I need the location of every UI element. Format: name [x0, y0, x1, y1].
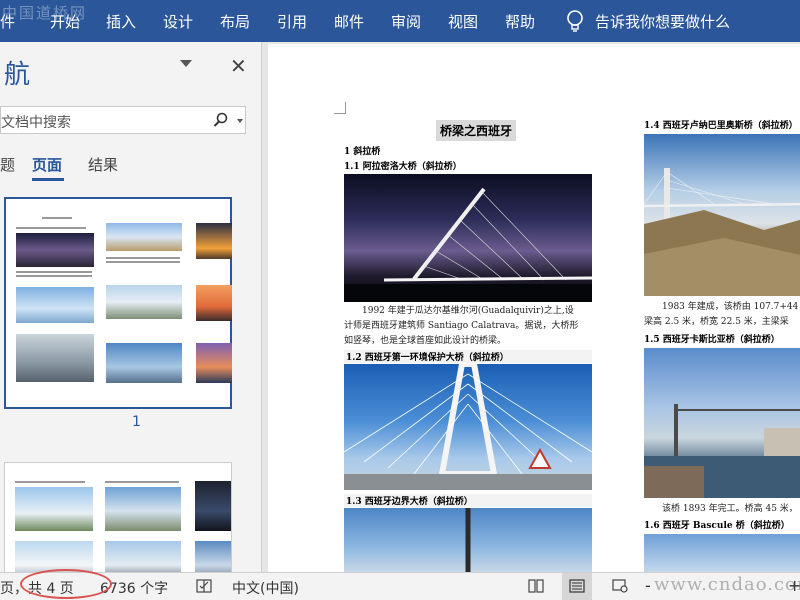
thumb-text-line [105, 481, 179, 483]
proofing-book-icon[interactable] [196, 579, 212, 593]
bridge-photo-vizcaya [644, 348, 800, 498]
thumb-title-line [42, 217, 72, 219]
heading-section-1: 1 斜拉桥 [344, 147, 381, 157]
page-thumbnail-1[interactable] [4, 197, 232, 409]
tab-headings[interactable]: 题 [0, 154, 15, 175]
heading-1-2: 1.2 西班牙第一环境保护大桥（斜拉桥） [344, 350, 592, 363]
status-bar: 页，共 4 页 6736 个字 中文(中国) - www.cndao.com + [0, 572, 800, 600]
nav-pane-title: 航 [4, 60, 31, 90]
tab-view[interactable]: 视图 [448, 11, 478, 32]
thumb-image [196, 223, 232, 259]
close-icon[interactable]: ✕ [230, 54, 247, 78]
paragraph-1-5: 该桥 1893 年完工。桥高 45 米， [644, 502, 800, 517]
tab-design[interactable]: 设计 [163, 11, 193, 32]
tell-me-text[interactable]: 告诉我你想要做什么 [595, 11, 730, 32]
heading-1-4: 1.4 西班牙卢纳巴里奥斯桥（斜拉桥） [644, 121, 798, 131]
nav-search-input[interactable]: 文档中搜索 [0, 106, 246, 134]
paragraph-1-1: 1992 年建于瓜达尔基维尔河(Guadalquivir)之上,设 计师是西班牙… [344, 304, 596, 349]
document-area[interactable]: 桥梁之西班牙 1 斜拉桥 1.1 阿拉密洛大桥（斜拉桥） 1992 年建于瓜达尔… [262, 42, 800, 572]
annotation-circle [20, 569, 112, 599]
tab-help[interactable]: 帮助 [505, 11, 535, 32]
read-mode-icon[interactable] [528, 579, 544, 593]
heading-1-5: 1.5 西班牙卡斯比亚桥（斜拉桥） [644, 335, 780, 345]
heading-1-6: 1.6 西班牙 Bascule 桥（斜拉桥） [644, 521, 790, 531]
search-placeholder: 文档中搜索 [1, 115, 71, 131]
paragraph-1-4: 1983 年建成，该桥由 107.7+44 梁高 2.5 米，桥宽 22.5 米… [644, 300, 800, 330]
ribbon-menu-bar: 中国道桥网 件 开始 插入 设计 布局 引用 邮件 审阅 视图 帮助 告诉我你想… [0, 0, 800, 42]
tab-references[interactable]: 引用 [277, 11, 307, 32]
thumb-text-line [106, 257, 180, 259]
tab-file-fragment[interactable]: 件 [0, 11, 15, 32]
thumb-image [105, 487, 181, 531]
thumb-text-line [106, 261, 180, 263]
thumb-image [16, 233, 94, 267]
thumb-image [106, 343, 182, 383]
bridge-photo-barrios-de-luna [644, 134, 800, 296]
search-icon[interactable] [213, 112, 229, 128]
thumb-image [106, 223, 182, 251]
thumb-image [195, 481, 231, 531]
thumb-image [105, 541, 181, 572]
tab-home[interactable]: 开始 [50, 11, 80, 32]
lightbulb-icon [567, 10, 583, 32]
site-watermark-bottom: www.cndao.com [654, 574, 800, 595]
paragraph-1-4-line: 1983 年建成，该桥由 107.7+44 [662, 302, 799, 312]
bridge-photo-bascule [644, 534, 800, 572]
thumbnail-page-number: 1 [132, 414, 141, 430]
page-thumbnail-2[interactable] [4, 462, 232, 572]
bridge-photo-environment [344, 364, 592, 490]
zoom-out-button[interactable]: - [645, 576, 651, 595]
tell-me-box[interactable]: 告诉我你想要做什么 [565, 9, 730, 33]
thumb-image [196, 285, 232, 321]
active-tab-indicator [32, 178, 64, 181]
thumb-text-line [16, 271, 92, 273]
paragraph-1-1-line: 计师是西班牙建筑师 Santiago Calatrava。据说，大桥形 [344, 321, 579, 331]
heading-1-1: 1.1 阿拉密洛大桥（斜拉桥） [344, 162, 462, 172]
thumb-text-line [15, 481, 85, 483]
thumb-image [16, 287, 94, 323]
document-title: 桥梁之西班牙 [436, 120, 517, 141]
bridge-photo-alamillo [344, 174, 592, 302]
tab-review[interactable]: 审阅 [391, 11, 421, 32]
tab-layout[interactable]: 布局 [220, 11, 250, 32]
thumb-image [106, 285, 182, 319]
margin-corner-mark [334, 102, 346, 114]
tab-insert[interactable]: 插入 [106, 11, 136, 32]
thumb-image [15, 541, 93, 572]
tab-results[interactable]: 结果 [88, 154, 118, 175]
navigation-pane: 航 ✕ 文档中搜索 题 页面 结果 1 [0, 42, 262, 572]
search-options-chevron-down-icon[interactable] [237, 119, 243, 123]
tab-pages[interactable]: 页面 [32, 154, 62, 175]
tab-mailings[interactable]: 邮件 [334, 11, 364, 32]
thumb-text-line [16, 275, 92, 277]
zoom-in-button[interactable]: + [788, 576, 800, 595]
paragraph-1-4-line: 梁高 2.5 米，桥宽 22.5 米，主梁采 [644, 317, 789, 327]
paragraph-1-1-line: 如竖琴，也是全球首座如此设计的桥梁。 [344, 336, 507, 346]
language-status[interactable]: 中文(中国) [232, 578, 299, 598]
print-layout-icon[interactable] [569, 579, 585, 593]
paragraph-1-1-line: 1992 年建于瓜达尔基维尔河(Guadalquivir)之上,设 [362, 306, 574, 316]
thumb-image [196, 343, 232, 383]
web-layout-icon[interactable] [612, 579, 628, 593]
heading-1-3: 1.3 西班牙边界大桥（斜拉桥） [344, 494, 592, 507]
paragraph-1-5-line: 该桥 1893 年完工。桥高 45 米， [662, 504, 798, 514]
thumb-image [15, 487, 93, 531]
nav-options-chevron-down-icon[interactable] [180, 60, 192, 67]
thumb-image [16, 334, 94, 382]
bridge-photo-border [344, 508, 592, 572]
thumb-image [195, 541, 231, 572]
document-page[interactable]: 桥梁之西班牙 1 斜拉桥 1.1 阿拉密洛大桥（斜拉桥） 1992 年建于瓜达尔… [268, 44, 800, 572]
thumb-text-line [16, 227, 86, 229]
